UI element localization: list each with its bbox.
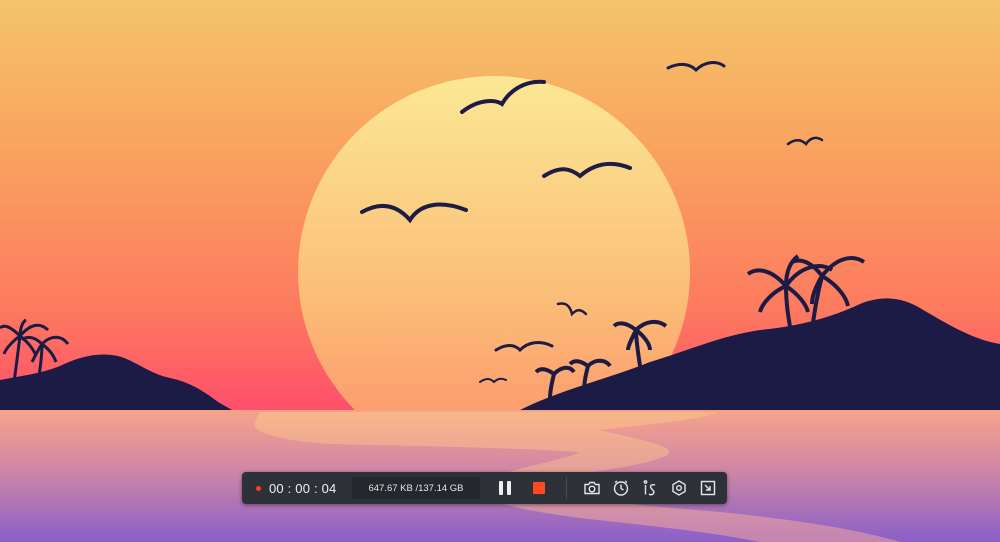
- schedule-button[interactable]: [608, 475, 634, 501]
- auto-split-button[interactable]: [637, 475, 663, 501]
- desktop-background: 00 : 00 : 04 647.67 KB /137.14 GB: [0, 0, 1000, 542]
- recording-indicator-icon: [256, 485, 261, 491]
- clock-icon: [613, 480, 628, 496]
- storage-usage-text: 647.67 KB /137.14 GB: [368, 482, 464, 494]
- settings-button[interactable]: [666, 475, 692, 501]
- pause-icon: [497, 481, 513, 495]
- toolbar-divider: [565, 477, 567, 499]
- minimize-icon: [700, 480, 715, 496]
- screenshot-button[interactable]: [579, 475, 605, 501]
- stop-button[interactable]: [526, 475, 552, 501]
- recording-toolbar: 00 : 00 : 04 647.67 KB /137.14 GB: [242, 472, 727, 504]
- sunset-wallpaper: [0, 0, 1000, 542]
- timer-group: 00 : 00 : 04: [242, 472, 336, 504]
- camera-icon: [583, 481, 600, 495]
- split-icon: [643, 480, 655, 496]
- stop-icon: [532, 482, 545, 494]
- recording-timer: 00 : 00 : 04: [269, 480, 337, 496]
- pause-button[interactable]: [492, 475, 518, 501]
- minimize-button[interactable]: [695, 475, 721, 501]
- gear-icon: [671, 480, 686, 496]
- storage-usage: 647.67 KB /137.14 GB: [352, 477, 480, 499]
